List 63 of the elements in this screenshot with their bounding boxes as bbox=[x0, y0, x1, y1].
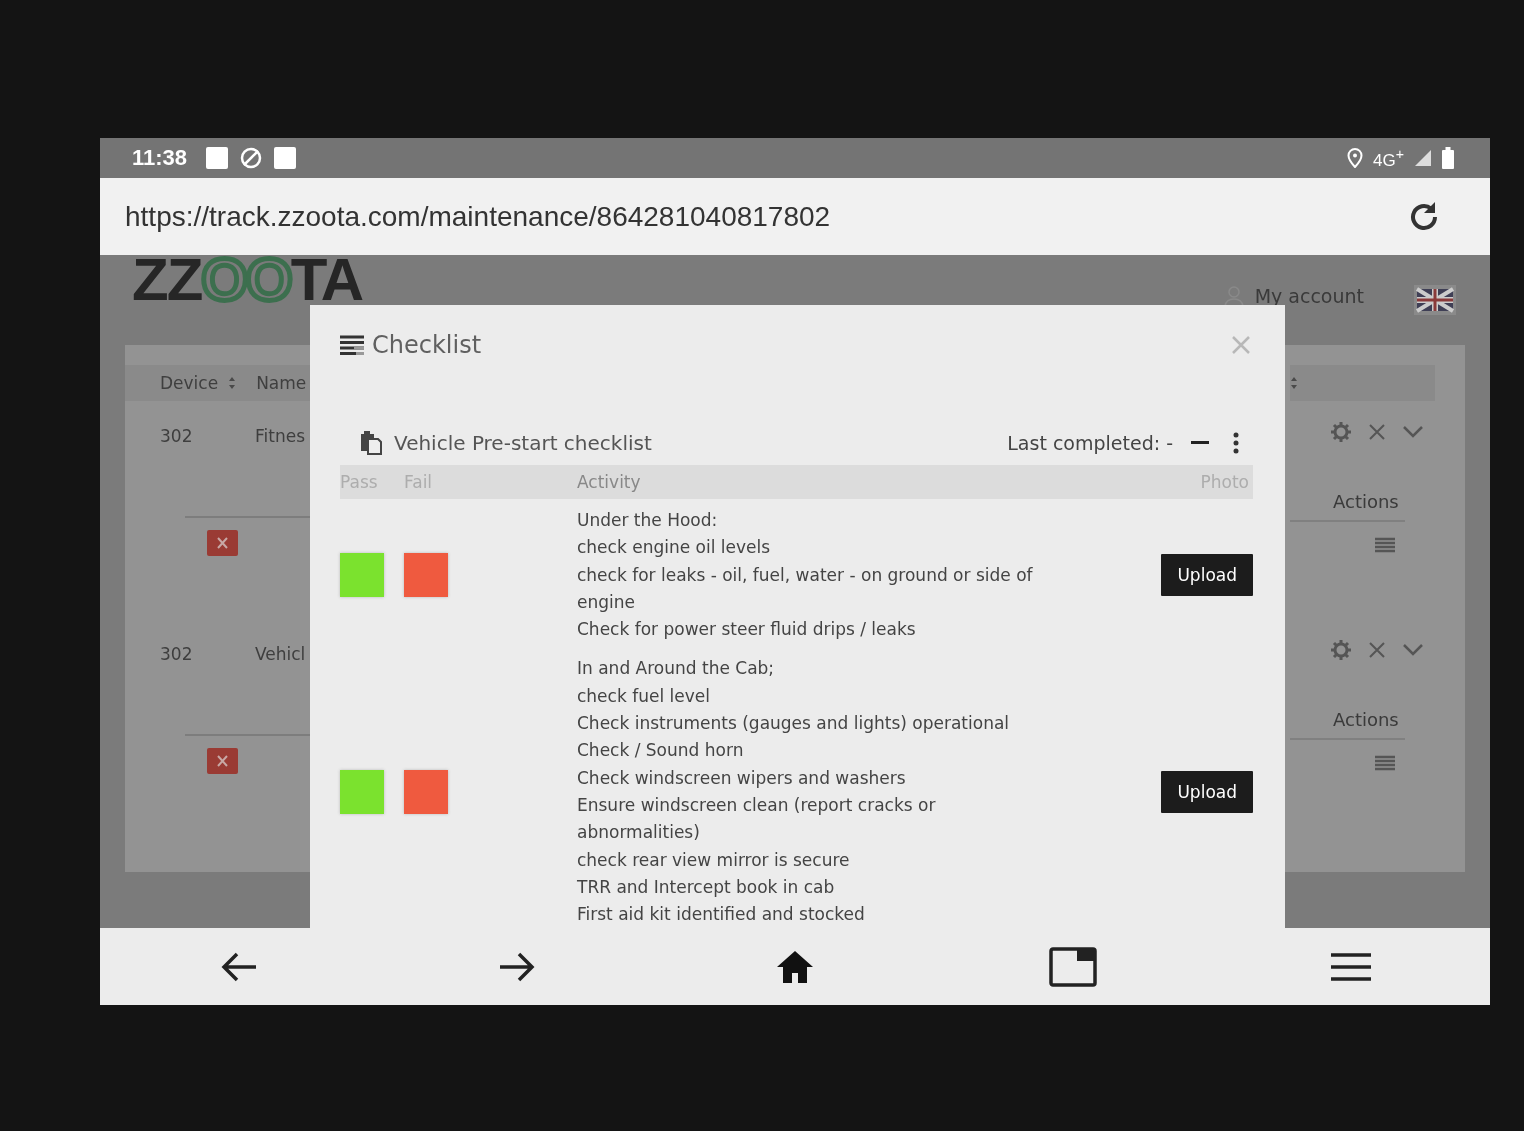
activity-text: Ensure windscreen clean (report cracks or abnormalities) bbox=[577, 793, 937, 845]
activity-text: check rear view mirror is secure bbox=[577, 848, 851, 872]
gear-icon[interactable] bbox=[1330, 639, 1352, 661]
chevron-down-icon[interactable] bbox=[1402, 643, 1424, 657]
activity-text: Check instruments (gauges and lights) operational bbox=[577, 712, 1011, 736]
upload-button[interactable]: Upload bbox=[1161, 554, 1253, 597]
activity-text: Check / Sound horn bbox=[577, 739, 745, 763]
fail-button[interactable] bbox=[404, 553, 448, 598]
menu-icon[interactable] bbox=[1331, 951, 1371, 982]
tabs-icon[interactable] bbox=[1049, 946, 1097, 987]
device-cell-text: 302 bbox=[160, 644, 194, 664]
activity-text: Check for power steer fluid drips / leaks bbox=[577, 618, 917, 642]
clipboard-icon bbox=[360, 431, 382, 455]
minimize-icon[interactable] bbox=[1191, 441, 1209, 445]
list-icon[interactable] bbox=[1375, 755, 1395, 771]
activity-text: Under the Hood: bbox=[577, 509, 719, 532]
list-icon bbox=[340, 335, 364, 355]
last-completed: Last completed: - bbox=[1007, 432, 1173, 454]
activity-text: check for leaks - oil, fuel, water - on ground or side of engine bbox=[577, 563, 1034, 614]
logo[interactable]: ZZOOTA bbox=[132, 255, 363, 305]
column-header: Actions bbox=[1333, 709, 1400, 730]
list-icon[interactable] bbox=[1375, 537, 1395, 553]
activity-text: First aid kit identified and stocked bbox=[577, 903, 866, 927]
activity-text: TRR and Intercept book in cab bbox=[577, 875, 836, 899]
fail-button[interactable] bbox=[404, 769, 448, 814]
device-cell-text: 302 bbox=[160, 426, 194, 446]
rotation-lock-icon bbox=[239, 146, 264, 170]
delete-button[interactable] bbox=[207, 748, 238, 774]
checklist-name: Vehicle Pre-start checklist bbox=[394, 431, 652, 455]
home-icon[interactable] bbox=[775, 948, 815, 985]
notification-icon bbox=[273, 146, 298, 170]
column-header[interactable]: Device bbox=[160, 373, 219, 393]
notification-icon bbox=[205, 146, 230, 170]
close-icon[interactable] bbox=[1368, 641, 1386, 659]
account-link[interactable]: My account bbox=[1254, 285, 1364, 307]
activity-text: check engine oil levels bbox=[577, 536, 772, 560]
name-cell: Fitnes bbox=[255, 426, 306, 446]
status-time: 11:38 bbox=[132, 145, 188, 171]
signal-icon bbox=[1414, 149, 1432, 167]
more-options-icon[interactable] bbox=[1233, 432, 1239, 454]
delete-button[interactable] bbox=[207, 530, 238, 556]
column-header[interactable]: Name bbox=[256, 373, 307, 393]
activity-text: In and Around the Cab; bbox=[577, 657, 776, 681]
column-header: Actions bbox=[1333, 491, 1400, 512]
network-type: 4G$^{+}$ bbox=[1373, 145, 1404, 171]
back-arrow-icon[interactable] bbox=[220, 950, 258, 983]
user-icon bbox=[1222, 285, 1245, 307]
dialog-title: Checklist bbox=[372, 331, 482, 359]
name-cell: Vehicl bbox=[255, 644, 306, 664]
close-icon[interactable] bbox=[1232, 336, 1250, 354]
location-pin-icon bbox=[1347, 148, 1364, 168]
activity-text: check fuel level bbox=[577, 684, 711, 708]
activity-text: Check windscreen wipers and washers bbox=[577, 766, 907, 790]
upload-button[interactable]: Upload bbox=[1161, 770, 1253, 813]
gear-icon[interactable] bbox=[1330, 421, 1352, 443]
close-icon[interactable] bbox=[1368, 423, 1386, 441]
battery-icon bbox=[1442, 147, 1454, 169]
sort-icon[interactable] bbox=[228, 376, 237, 390]
sort-icon[interactable] bbox=[1290, 376, 1298, 390]
forward-arrow-icon[interactable] bbox=[498, 950, 536, 983]
flag-icon[interactable] bbox=[1414, 285, 1456, 315]
chevron-down-icon[interactable] bbox=[1402, 425, 1424, 439]
column-header: Activity bbox=[577, 472, 641, 492]
